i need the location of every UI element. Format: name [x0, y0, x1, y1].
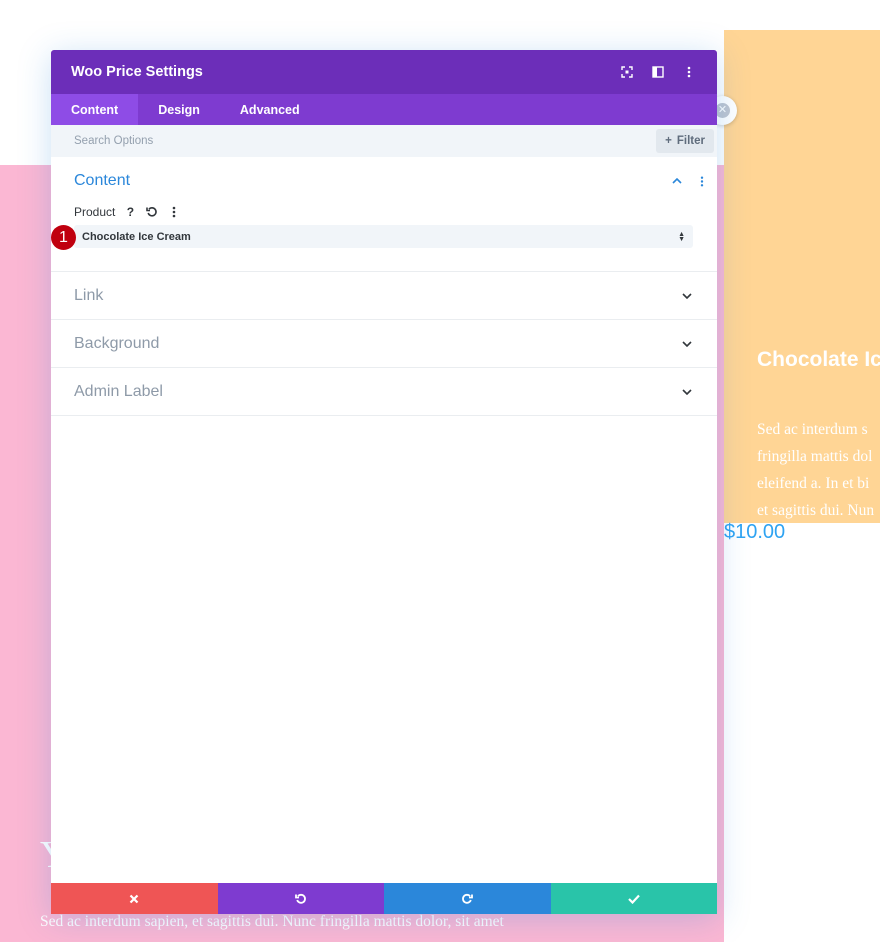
chevron-up-icon[interactable] — [670, 174, 684, 188]
section-background-title: Background — [74, 334, 160, 352]
tab-content[interactable]: Content — [51, 94, 139, 125]
section-admin-label-title: Admin Label — [74, 382, 163, 400]
fullscreen-icon[interactable] — [618, 64, 635, 81]
redo-button[interactable] — [384, 883, 551, 914]
settings-tabs: Content Design Advanced — [51, 94, 717, 125]
split-view-icon[interactable] — [649, 64, 666, 81]
select-arrows-icon: ▲ ▼ — [678, 230, 685, 243]
help-icon[interactable]: ? — [123, 205, 137, 219]
modal-footer — [51, 883, 717, 914]
discard-button[interactable] — [51, 883, 218, 914]
search-options-bar: + Filter — [51, 125, 717, 157]
tab-advanced[interactable]: Advanced — [220, 94, 320, 125]
woo-price-settings-modal: Woo Price Settings Content Design Advanc… — [51, 50, 717, 914]
section-link-title: Link — [74, 286, 104, 304]
modal-title: Woo Price Settings — [71, 64, 203, 80]
section-content: Content Product ? Chocolate Ice Cream ▲ ▼ — [51, 157, 717, 272]
section-content-title[interactable]: Content — [74, 172, 130, 190]
close-circle-icon: ✕ — [715, 103, 730, 118]
section-more-icon[interactable] — [695, 174, 709, 188]
product-card-line: Sed ac interdum s — [757, 421, 868, 438]
redo-icon — [462, 893, 474, 904]
product-select[interactable]: Chocolate Ice Cream ▲ ▼ — [74, 225, 693, 248]
product-card-line: fringilla mattis dol — [757, 448, 873, 465]
more-options-icon[interactable] — [680, 64, 697, 81]
close-icon — [129, 894, 139, 903]
filter-button[interactable]: + Filter — [656, 129, 714, 153]
pink-section-text: Sed ac interdum sapien, et sagittis dui.… — [40, 913, 504, 930]
section-admin-label[interactable]: Admin Label — [51, 368, 717, 416]
undo-icon — [294, 893, 306, 904]
product-card-title: Chocolate Ic — [757, 348, 880, 371]
product-card-line: eleifend a. In et bi — [757, 475, 870, 492]
modal-header: Woo Price Settings — [51, 50, 717, 94]
section-link[interactable]: Link — [51, 272, 717, 320]
product-select-value: Chocolate Ice Cream — [82, 230, 191, 243]
undo-button[interactable] — [217, 883, 384, 914]
chevron-down-icon — [680, 289, 694, 303]
search-options-input[interactable] — [74, 135, 657, 147]
product-field-label: Product — [74, 205, 116, 219]
product-card-line: et sagittis dui. Nun — [757, 502, 875, 519]
check-icon — [627, 894, 640, 904]
product-price: $10.00 — [724, 521, 786, 543]
reset-icon[interactable] — [145, 205, 159, 219]
filter-label: Filter — [676, 135, 705, 147]
plus-icon: + — [665, 135, 672, 147]
tab-design[interactable]: Design — [138, 94, 220, 125]
peach-product-card: Chocolate Ic Sed ac interdum s fringilla… — [724, 30, 880, 523]
chevron-down-icon — [680, 337, 694, 351]
field-options-icon[interactable] — [167, 205, 181, 219]
product-card-description: Sed ac interdum s fringilla mattis dol e… — [757, 416, 880, 523]
section-background[interactable]: Background — [51, 320, 717, 368]
save-button[interactable] — [550, 883, 717, 914]
step-number-badge: 1 — [51, 225, 76, 250]
modal-empty-area — [51, 416, 717, 883]
chevron-down-icon — [680, 385, 694, 399]
